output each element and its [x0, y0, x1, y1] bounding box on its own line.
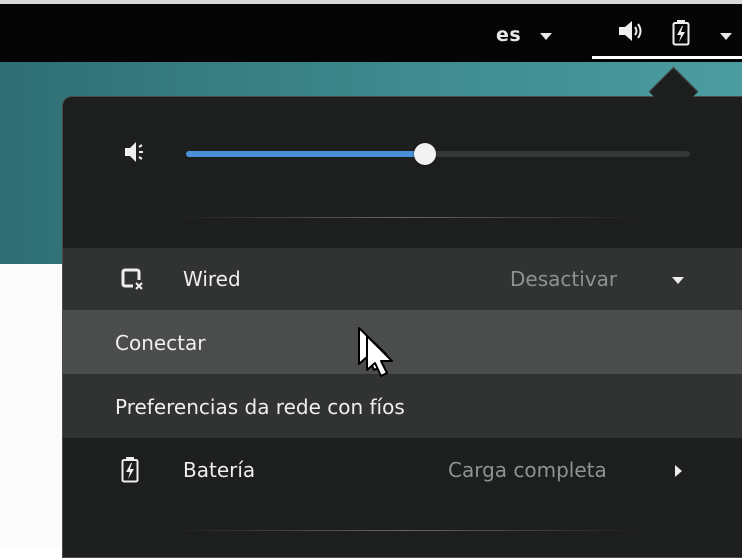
keyboard-layout-indicator[interactable]: es — [496, 24, 521, 46]
volume-slider[interactable] — [186, 143, 690, 165]
wired-settings-menu-item[interactable]: Preferencias da rede con fíos — [63, 374, 742, 438]
menu-separator — [170, 530, 640, 531]
status-menu-active-indicator — [592, 56, 742, 59]
battery-label: Batería — [183, 458, 256, 482]
wired-label: Wired — [183, 267, 241, 291]
battery-charging-icon — [121, 457, 139, 487]
mouse-pointer-icon — [356, 326, 400, 382]
wired-disconnected-icon — [121, 268, 145, 296]
menu-separator — [170, 217, 640, 218]
chevron-down-icon — [540, 33, 552, 40]
top-bar: es — [0, 0, 742, 62]
battery-item[interactable]: Batería Carga completa — [63, 438, 742, 502]
connect-menu-item[interactable]: Conectar — [63, 310, 742, 374]
battery-charging-icon[interactable] — [672, 20, 690, 50]
volume-slider-fill — [186, 151, 426, 157]
chevron-right-icon — [675, 465, 682, 477]
battery-status: Carga completa — [448, 458, 607, 482]
connect-label: Conectar — [115, 331, 206, 355]
wired-settings-label: Preferencias da rede con fíos — [115, 395, 405, 419]
volume-muted-icon — [124, 140, 150, 168]
chevron-down-icon — [672, 277, 684, 284]
network-section: Wired Desactivar Conectar Preferencias d… — [63, 248, 742, 438]
volume-icon[interactable] — [617, 20, 647, 46]
wired-network-item[interactable]: Wired Desactivar — [63, 248, 742, 310]
chevron-down-icon — [720, 33, 732, 40]
wired-state-label: Desactivar — [510, 267, 618, 291]
